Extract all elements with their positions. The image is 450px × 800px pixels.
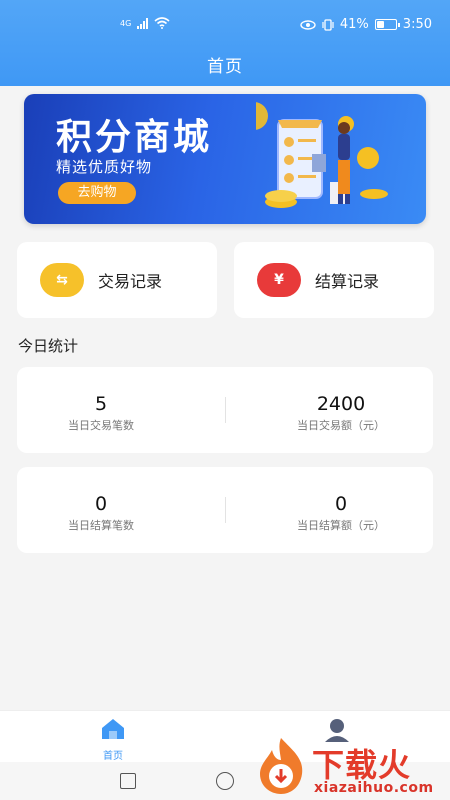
- settlement-records-button[interactable]: ¥ 结算记录: [234, 242, 434, 318]
- transaction-records-label: 交易记录: [98, 272, 163, 291]
- trade-count-caption: 当日交易笔数: [68, 419, 134, 432]
- status-bar: 4G 41% 3:50: [0, 0, 450, 44]
- network-label: 4G: [120, 18, 132, 28]
- watermark-domain: xiazaihuo.com: [314, 780, 434, 796]
- eye-icon: [300, 19, 316, 30]
- signal-icon: [137, 17, 149, 29]
- settlement-records-label: 结算记录: [315, 272, 380, 291]
- home-nav-button[interactable]: [216, 772, 234, 790]
- battery-percent: 41%: [339, 17, 369, 32]
- battery-icon: [374, 19, 400, 30]
- clock: 3:50: [402, 17, 432, 32]
- yen-icon: ¥: [257, 263, 301, 297]
- exchange-icon: ⇆: [40, 263, 84, 297]
- wifi-icon: [154, 17, 170, 29]
- battery-fill: [376, 21, 384, 28]
- divider: [225, 497, 226, 523]
- tab-home-label: 首页: [103, 751, 123, 762]
- trade-count-value: 5: [94, 393, 108, 415]
- settlement-count-value: 0: [94, 493, 108, 515]
- settlement-count-cell: 0 当日结算笔数: [0, 467, 205, 553]
- settlement-stats-card: 0 当日结算笔数 0 当日结算额（元）: [17, 467, 433, 553]
- settlement-count-caption: 当日结算笔数: [68, 519, 134, 532]
- home-icon: [102, 719, 124, 739]
- banner-subtitle: 精选优质好物: [56, 158, 153, 176]
- trade-count-cell: 5 当日交易笔数: [0, 367, 205, 453]
- trade-amount-caption: 当日交易额（元）: [297, 419, 385, 432]
- trade-stats-card: 5 当日交易笔数 2400 当日交易额（元）: [17, 367, 433, 453]
- vibrate-icon: [322, 18, 334, 31]
- go-shopping-button[interactable]: 去购物: [58, 182, 136, 204]
- banner-title: 积分商城: [56, 117, 213, 158]
- trade-amount-cell: 2400 当日交易额（元）: [237, 367, 445, 453]
- trade-amount-value: 2400: [316, 393, 366, 415]
- watermark: 下载火 xiazaihuo.com: [254, 736, 444, 798]
- shopping-illustration: [256, 102, 388, 208]
- page-title: 首页: [207, 57, 243, 77]
- divider: [225, 397, 226, 423]
- tab-home[interactable]: 首页: [63, 717, 163, 762]
- transaction-records-button[interactable]: ⇆ 交易记录: [17, 242, 217, 318]
- mall-banner[interactable]: 积分商城 精选优质好物 去购物: [24, 94, 426, 224]
- recent-apps-button[interactable]: [120, 773, 136, 789]
- flame-logo-icon: [260, 738, 303, 794]
- settlement-amount-cell: 0 当日结算额（元）: [237, 467, 445, 553]
- settlement-amount-value: 0: [334, 493, 348, 515]
- today-stats-title: 今日统计: [18, 337, 79, 355]
- top-bar: 4G 41% 3:50 首页: [0, 0, 450, 86]
- settlement-amount-caption: 当日结算额（元）: [297, 519, 385, 532]
